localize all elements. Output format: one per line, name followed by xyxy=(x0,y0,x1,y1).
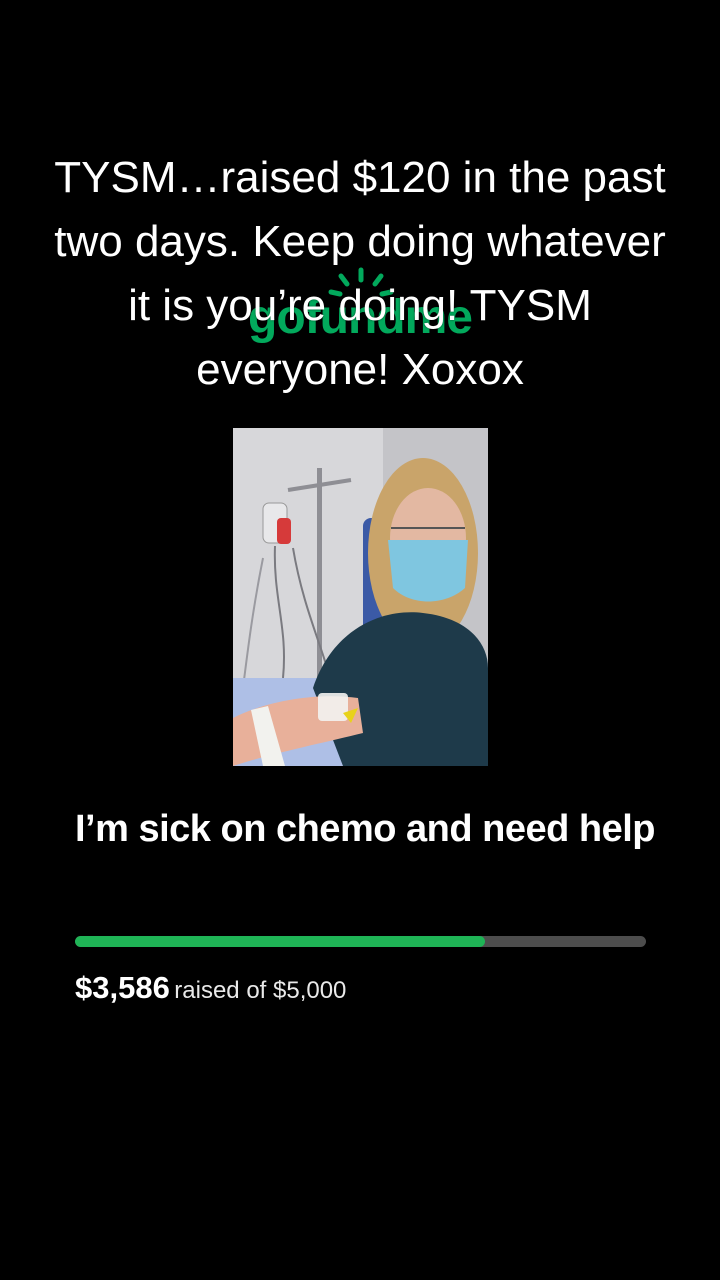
raised-summary: $3,586 raised of $5,000 xyxy=(75,970,346,1006)
progress-bar xyxy=(75,936,646,947)
campaign-photo xyxy=(233,428,488,766)
campaign-title: I’m sick on chemo and need help xyxy=(75,808,655,850)
raised-goal-text: raised of $5,000 xyxy=(174,977,347,1004)
progress-bar-fill xyxy=(75,936,485,947)
patient-receiving-chemo-photo xyxy=(233,428,488,766)
raised-amount: $3,586 xyxy=(75,970,170,1005)
overlay-caption: TYSM…raised $120 in the past two days. K… xyxy=(54,153,666,394)
